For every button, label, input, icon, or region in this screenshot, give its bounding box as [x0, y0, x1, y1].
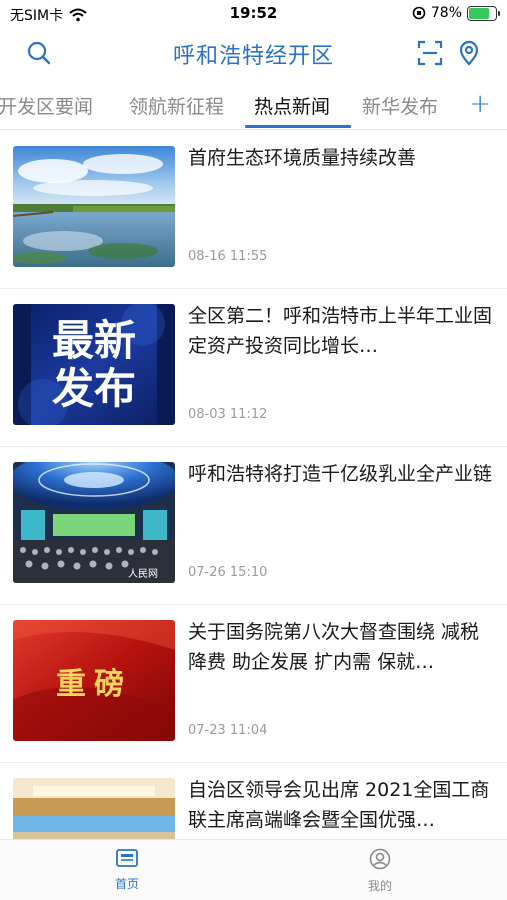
news-thumbnail-lake: [13, 146, 175, 267]
thumbnail-text: 重磅: [56, 666, 132, 702]
news-title: 关于国务院第八次大督查围绕 减税降费 助企发展 扩内需 保就…: [188, 621, 480, 673]
nav-home[interactable]: 首页: [67, 848, 187, 892]
orientation-lock-icon: [412, 6, 426, 20]
status-bar: 无SIM卡 19:52 78%: [0, 0, 507, 28]
tab-new-journey[interactable]: 领航新征程: [129, 92, 224, 119]
news-title: 呼和浩特将打造千亿级乳业全产业链: [188, 463, 493, 485]
bottom-navigation: 首页 我的: [0, 839, 507, 900]
thumbnail-text-line2: 发布: [51, 363, 136, 413]
battery-percent: 78%: [430, 5, 462, 21]
nav-profile[interactable]: 我的: [320, 848, 440, 894]
location-icon[interactable]: [456, 40, 482, 66]
news-item[interactable]: 人民网 呼和浩特将打造千亿级乳业全产业链 07-26 15:10: [0, 447, 507, 605]
tab-hot-news[interactable]: 热点新闻: [254, 92, 330, 119]
news-time: 07-23 11:04: [188, 723, 268, 738]
battery-icon: [467, 5, 500, 21]
news-thumbnail-meeting-hall: [13, 778, 175, 839]
profile-icon: [369, 848, 391, 870]
tab-xinhua-release[interactable]: 新华发布: [362, 92, 438, 119]
thumbnail-watermark: 人民网: [128, 569, 158, 580]
news-title: 自治区领导会见出席 2021全国工商联主席高端峰会暨全国优强…: [188, 779, 490, 831]
battery-fill: [469, 7, 490, 19]
news-item[interactable]: 自治区领导会见出席 2021全国工商联主席高端峰会暨全国优强…: [0, 763, 507, 839]
thumbnail-caption: 最新 发布: [13, 304, 175, 425]
tab-development-news[interactable]: 开发区要闻: [0, 92, 93, 119]
status-right: 78%: [412, 5, 500, 21]
active-tab-indicator: [245, 125, 351, 128]
nav-home-label: 首页: [114, 877, 139, 891]
news-item[interactable]: 最新 发布 全区第二！呼和浩特市上半年工业固定资产投资同比增长… 08-03 1…: [0, 289, 507, 447]
news-item[interactable]: 重磅 关于国务院第八次大督查围绕 减税降费 助企发展 扩内需 保就… 07-23…: [0, 605, 507, 763]
news-list: 首府生态环境质量持续改善 08-16 11:55 最新 发布 全区第二！呼和浩特…: [0, 131, 507, 839]
news-time: 08-03 11:12: [188, 407, 268, 422]
thumbnail-text-line1: 最新: [51, 315, 136, 365]
news-time: 07-26 15:10: [188, 565, 268, 580]
news-item[interactable]: 首府生态环境质量持续改善 08-16 11:55: [0, 131, 507, 289]
nav-profile-label: 我的: [367, 879, 392, 893]
category-tabs: 开发区要闻 领航新征程 热点新闻 新华发布 +: [0, 84, 507, 130]
news-title: 全区第二！呼和浩特市上半年工业固定资产投资同比增长…: [188, 305, 493, 357]
news-title: 首府生态环境质量持续改善: [188, 147, 417, 169]
thumbnail-caption: 重磅: [13, 620, 175, 741]
scan-icon[interactable]: [417, 40, 443, 66]
app-header: 呼和浩特经开区: [0, 28, 507, 78]
add-tab-button[interactable]: +: [469, 89, 491, 119]
home-news-icon: [116, 849, 138, 867]
news-time: 08-16 11:55: [188, 249, 268, 264]
